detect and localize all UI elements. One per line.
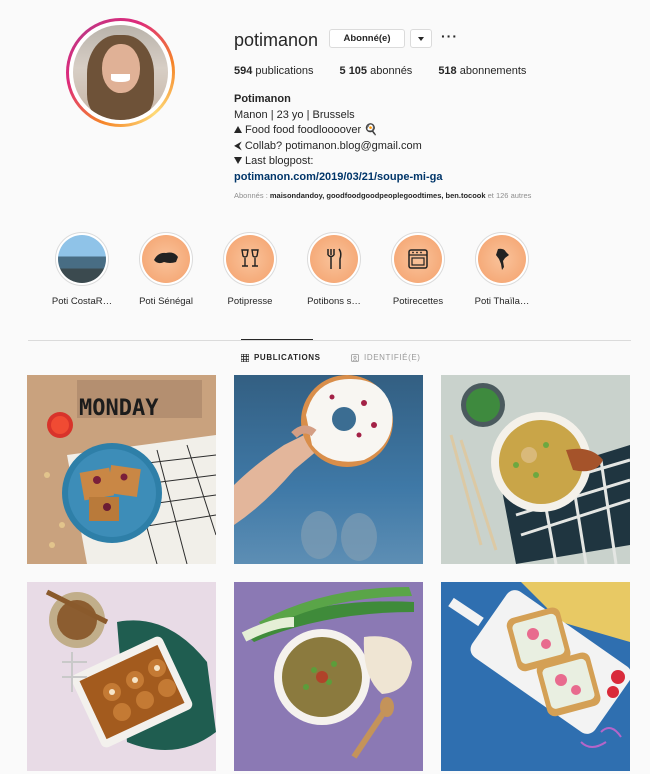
profile-bio: Potimanon Manon | 23 yo | Brussels Food … (234, 92, 442, 185)
posts-count: 594 publications (234, 65, 314, 77)
tab-publications[interactable]: PUBLICATIONS (241, 353, 321, 362)
bio-link[interactable]: potimanon.com/2019/03/21/soupe-mi-ga (234, 170, 442, 186)
wine-glasses-icon (226, 235, 274, 283)
following-button[interactable]: Abonné(e) (329, 29, 405, 48)
post-cinnamon-rolls[interactable] (27, 582, 216, 771)
highlight-recettes[interactable]: Potirecettes (376, 232, 460, 307)
post-monday-waffles[interactable]: MONDAY (27, 375, 216, 564)
highlight-presse[interactable]: Potipresse (208, 232, 292, 307)
bio-line: ⮜ Collab? potimanon.blog@gmail.com (234, 139, 422, 152)
highlight-senegal[interactable]: Poti Sénégal (124, 232, 208, 307)
oven-icon (394, 235, 442, 283)
tabs-divider (28, 340, 631, 341)
active-tab-indicator (241, 339, 313, 340)
highlight-costarica[interactable]: Poti CostaR… (40, 232, 124, 307)
story-highlights: Poti CostaR… Poti Sénégal Potipresse Pot… (40, 232, 544, 307)
grid-icon (241, 353, 249, 362)
bio-line: Manon | 23 yo | Brussels (234, 108, 355, 121)
senegal-map-icon (142, 235, 190, 283)
thailand-map-icon (478, 235, 526, 283)
posts-grid: MONDAY (27, 375, 630, 771)
highlight-thailande[interactable]: Poti Thaïla… (460, 232, 544, 307)
triangle-down-icon (234, 157, 242, 164)
chevron-down-icon (418, 36, 424, 41)
post-donut-in-hand[interactable] (234, 375, 423, 564)
following-count[interactable]: 518 abonnements (438, 65, 526, 77)
more-options-icon[interactable]: ··· (441, 28, 458, 44)
suggestions-dropdown-button[interactable] (410, 29, 432, 48)
post-green-onion-dip[interactable] (234, 582, 423, 771)
avatar (73, 25, 168, 120)
sea-photo (58, 235, 106, 283)
bio-name: Potimanon (234, 93, 291, 105)
followers-count[interactable]: 5 105 abonnés (340, 65, 413, 77)
post-chicken-soup[interactable] (441, 375, 630, 564)
bio-line: Food food foodloooover 🍳 (234, 123, 442, 139)
profile-avatar-ring[interactable] (66, 18, 175, 127)
profile-username: potimanon (234, 30, 319, 50)
tag-portrait-icon (351, 353, 359, 362)
triangle-up-icon (234, 126, 242, 133)
post-radish-toasts[interactable] (441, 582, 630, 771)
tab-tagged[interactable]: IDENTIFIÉ(E) (351, 353, 421, 362)
fork-knife-icon (310, 235, 358, 283)
highlight-bons-spots[interactable]: Potibons s… (292, 232, 376, 307)
profile-stats: 594 publications 5 105 abonnés 518 abonn… (234, 65, 552, 77)
followed-by[interactable]: Abonnés : maisondandoy, goodfoodgoodpeop… (234, 191, 531, 200)
post-sign-text: MONDAY (79, 396, 159, 421)
bio-line: Last blogpost: (234, 154, 442, 170)
